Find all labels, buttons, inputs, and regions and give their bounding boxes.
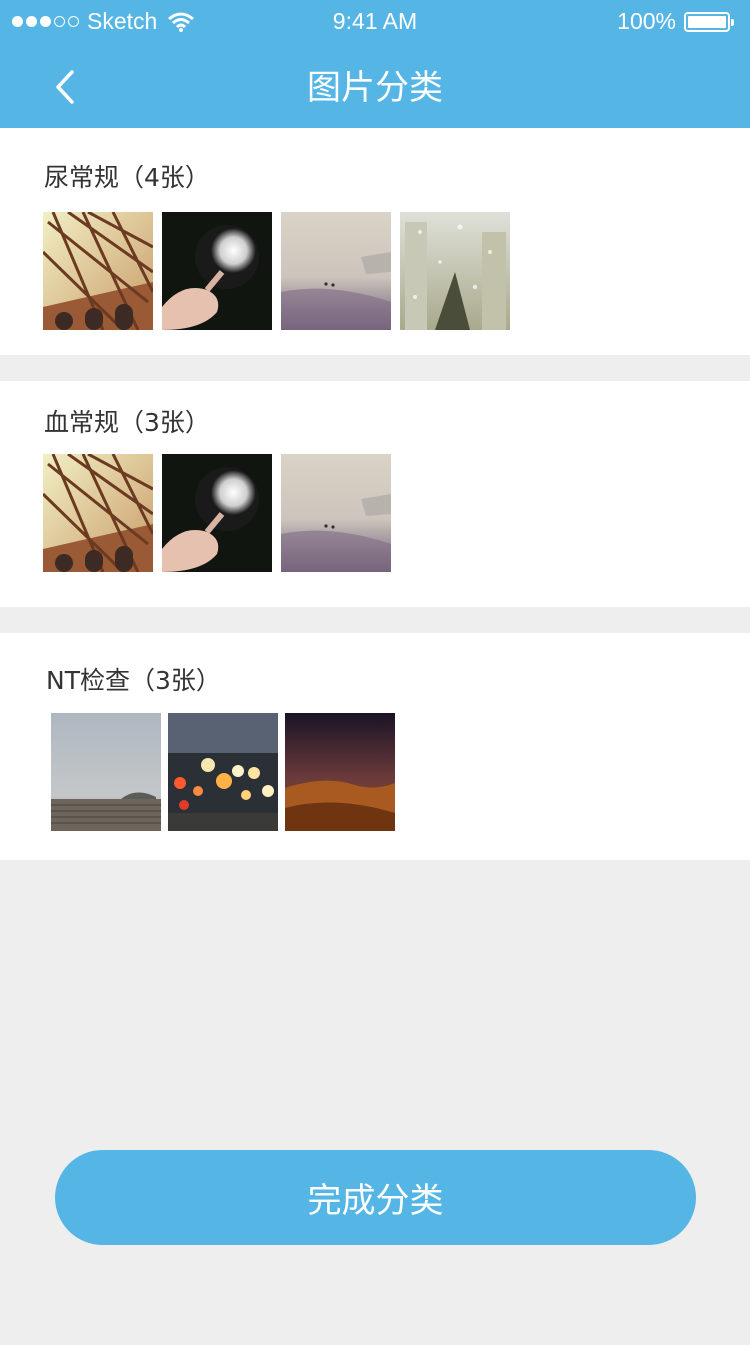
section-title: 尿常规（4张） [44,163,210,192]
desert-dusk-photo [285,713,395,831]
status-right: 100% [617,8,734,35]
category-section-nt: NT检查（3张） [0,633,750,860]
image-thumbnail[interactable] [281,212,391,330]
image-thumbnail[interactable] [162,454,272,572]
dandelion-photo [162,454,272,572]
top-bar: Sketch 9:41 AM 100% 图片分类 [0,0,750,128]
category-section-blood: 血常规（3张） [0,381,750,607]
image-thumbnail[interactable] [51,713,161,831]
bokeh-lights-photo [168,713,278,831]
finish-classification-button[interactable]: 完成分类 [55,1150,696,1245]
category-section-urine: 尿常规（4张） [0,128,750,355]
image-thumbnail[interactable] [285,713,395,831]
battery-icon [684,11,734,32]
image-thumbnail[interactable] [162,212,272,330]
image-thumbnail[interactable] [281,454,391,572]
section-title: NT检查（3张） [46,666,221,695]
beach-photo [281,212,391,330]
beach-photo [281,454,391,572]
image-thumbnail[interactable] [168,713,278,831]
building-photo [43,212,153,330]
status-bar: Sketch 9:41 AM 100% [0,0,750,44]
image-thumbnail[interactable] [43,212,153,330]
rainy-window-photo [400,212,510,330]
page-title: 图片分类 [307,68,443,108]
building-photo [43,454,153,572]
image-thumbnail[interactable] [400,212,510,330]
battery-percent: 100% [617,8,676,34]
section-title: 血常规（3张） [44,408,210,437]
foggy-pier-photo [51,713,161,831]
dandelion-photo [162,212,272,330]
image-thumbnail[interactable] [43,454,153,572]
